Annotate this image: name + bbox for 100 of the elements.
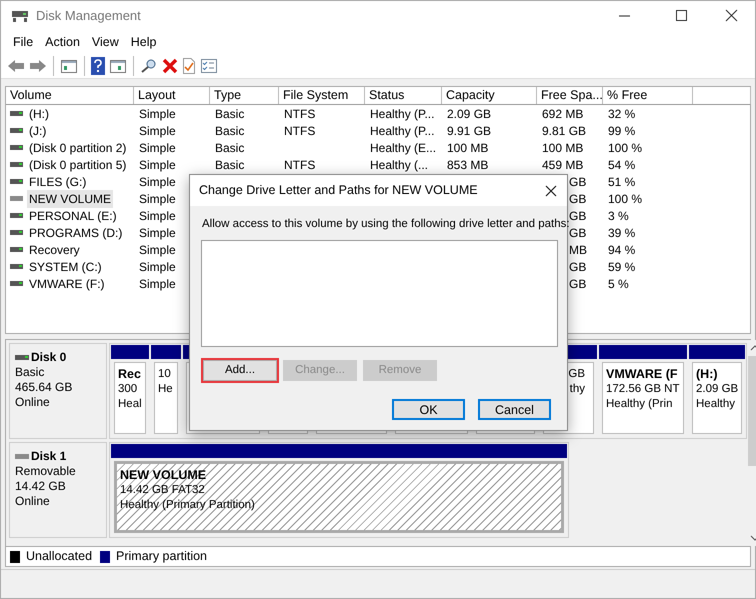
table-cell: Simple bbox=[139, 124, 176, 138]
table-cell: GB bbox=[569, 260, 586, 274]
table-cell: MB bbox=[569, 243, 587, 257]
partition-detail: 10 bbox=[158, 367, 172, 382]
table-cell: 2.09 GB bbox=[447, 107, 492, 121]
table-cell: 853 MB bbox=[447, 158, 488, 172]
disk-name[interactable]: Disk 0 bbox=[31, 350, 66, 365]
dialog-button[interactable]: Add... bbox=[203, 360, 277, 382]
menu-item[interactable]: View bbox=[86, 32, 125, 52]
menu-item[interactable]: Action bbox=[39, 32, 86, 52]
menu-item[interactable]: File bbox=[7, 32, 40, 52]
volume-name[interactable]: Recovery bbox=[27, 241, 82, 259]
volume-name[interactable]: (Disk 0 partition 5) bbox=[27, 156, 128, 174]
table-cell: 5 % bbox=[608, 277, 629, 291]
legend-label: Unallocated bbox=[26, 548, 92, 566]
dialog-button[interactable]: Cancel bbox=[478, 399, 551, 420]
partition-name: NEW VOLUME bbox=[120, 468, 208, 483]
drive-icon bbox=[10, 145, 23, 151]
table-cell: Simple bbox=[139, 192, 176, 206]
table-cell: 99 % bbox=[608, 124, 636, 138]
table-cell: 100 % bbox=[608, 192, 642, 206]
table-cell: Simple bbox=[139, 226, 176, 240]
checklist-icon[interactable] bbox=[200, 58, 218, 74]
table-cell: NTFS bbox=[284, 107, 316, 121]
delete-icon[interactable] bbox=[162, 58, 178, 74]
table-cell: Simple bbox=[139, 277, 176, 291]
drive-icon bbox=[10, 230, 23, 236]
help-icon[interactable] bbox=[91, 56, 105, 74]
partition-detail: 300 bbox=[118, 382, 138, 397]
table-cell: GB bbox=[569, 226, 586, 240]
table-cell: Basic bbox=[215, 124, 244, 138]
drive-icon bbox=[10, 111, 23, 117]
table-cell: NTFS bbox=[284, 124, 316, 138]
partition-detail: Healthy (Prin bbox=[606, 397, 674, 412]
table-cell: Healthy (... bbox=[370, 158, 428, 172]
drive-icon bbox=[10, 179, 23, 185]
drive-icon bbox=[10, 196, 23, 202]
checked-document-icon[interactable] bbox=[182, 56, 196, 74]
menu-item[interactable]: Help bbox=[124, 32, 162, 52]
partition-name: (H:) bbox=[696, 367, 719, 382]
table-cell: 100 MB bbox=[542, 141, 584, 155]
volume-name[interactable]: FILES (G:) bbox=[27, 173, 88, 191]
table-cell: GB bbox=[569, 277, 586, 291]
drive-icon bbox=[10, 128, 23, 134]
panel-layout-icon[interactable] bbox=[109, 58, 127, 74]
dialog-button[interactable]: OK bbox=[392, 399, 465, 420]
disk-detail: Online bbox=[15, 395, 51, 410]
table-cell: 100 % bbox=[608, 141, 642, 155]
disk-detail: 14.42 GB bbox=[15, 479, 67, 494]
partition-header-bar bbox=[689, 345, 745, 359]
table-cell: 3 % bbox=[608, 209, 629, 223]
magnifier-icon[interactable] bbox=[140, 58, 158, 74]
partition-detail: 172.56 GB NT bbox=[606, 382, 681, 397]
table-cell: Simple bbox=[139, 107, 176, 121]
table-cell: GB bbox=[569, 192, 586, 206]
table-cell: 51 % bbox=[608, 175, 636, 189]
disk-detail: Basic bbox=[15, 365, 46, 380]
disk-name[interactable]: Disk 1 bbox=[31, 449, 66, 464]
partition-detail: GB bbox=[567, 367, 586, 382]
table-cell: Simple bbox=[139, 260, 176, 274]
drive-icon bbox=[10, 213, 23, 219]
partition-detail: He bbox=[158, 382, 174, 397]
volume-name[interactable]: (H:) bbox=[27, 105, 51, 123]
volume-name[interactable]: (Disk 0 partition 2) bbox=[27, 139, 128, 157]
disk-detail: Online bbox=[15, 494, 51, 509]
table-cell: Simple bbox=[139, 243, 176, 257]
disk-drive-icon bbox=[11, 9, 29, 23]
forward-arrow-icon[interactable] bbox=[29, 58, 47, 74]
dialog-title: Change Drive Letter and Paths for NEW VOLUME bbox=[199, 182, 478, 200]
drive-icon bbox=[15, 355, 29, 360]
back-arrow-icon[interactable] bbox=[7, 58, 25, 74]
table-cell: 459 MB bbox=[542, 158, 584, 172]
partition-name: VMWARE (F bbox=[606, 367, 679, 382]
panel-layout-icon[interactable] bbox=[60, 58, 78, 74]
table-cell: Healthy (E... bbox=[370, 141, 436, 155]
volume-name[interactable]: (J:) bbox=[27, 122, 48, 140]
paths-list[interactable] bbox=[201, 240, 558, 348]
table-cell: GB bbox=[569, 175, 586, 189]
volume-name[interactable]: NEW VOLUME bbox=[27, 190, 114, 208]
drive-icon bbox=[10, 281, 23, 287]
partition-header-bar bbox=[111, 345, 149, 359]
drive-icon bbox=[10, 247, 23, 253]
volume-name[interactable]: VMWARE (F:) bbox=[27, 275, 107, 293]
table-cell: NTFS bbox=[284, 158, 316, 172]
table-cell: 59 % bbox=[608, 260, 636, 274]
disk-detail: 465.64 GB bbox=[15, 380, 74, 395]
table-cell: 100 MB bbox=[447, 141, 488, 155]
volume-name[interactable]: PROGRAMS (D:) bbox=[27, 224, 124, 242]
table-cell: Healthy (P... bbox=[370, 124, 434, 138]
table-cell: Basic bbox=[215, 141, 244, 155]
table-cell: Basic bbox=[215, 158, 244, 172]
table-cell: Simple bbox=[139, 209, 176, 223]
disk-detail: Removable bbox=[15, 464, 77, 479]
partition-detail: Healthy bbox=[696, 397, 736, 412]
table-cell: 32 % bbox=[608, 107, 636, 121]
partition-detail: Healthy (Primary Partition) bbox=[120, 498, 256, 513]
drive-icon bbox=[15, 454, 29, 459]
volume-name[interactable]: SYSTEM (C:) bbox=[27, 258, 104, 276]
close-icon[interactable] bbox=[545, 184, 557, 196]
volume-name[interactable]: PERSONAL (E:) bbox=[27, 207, 119, 225]
